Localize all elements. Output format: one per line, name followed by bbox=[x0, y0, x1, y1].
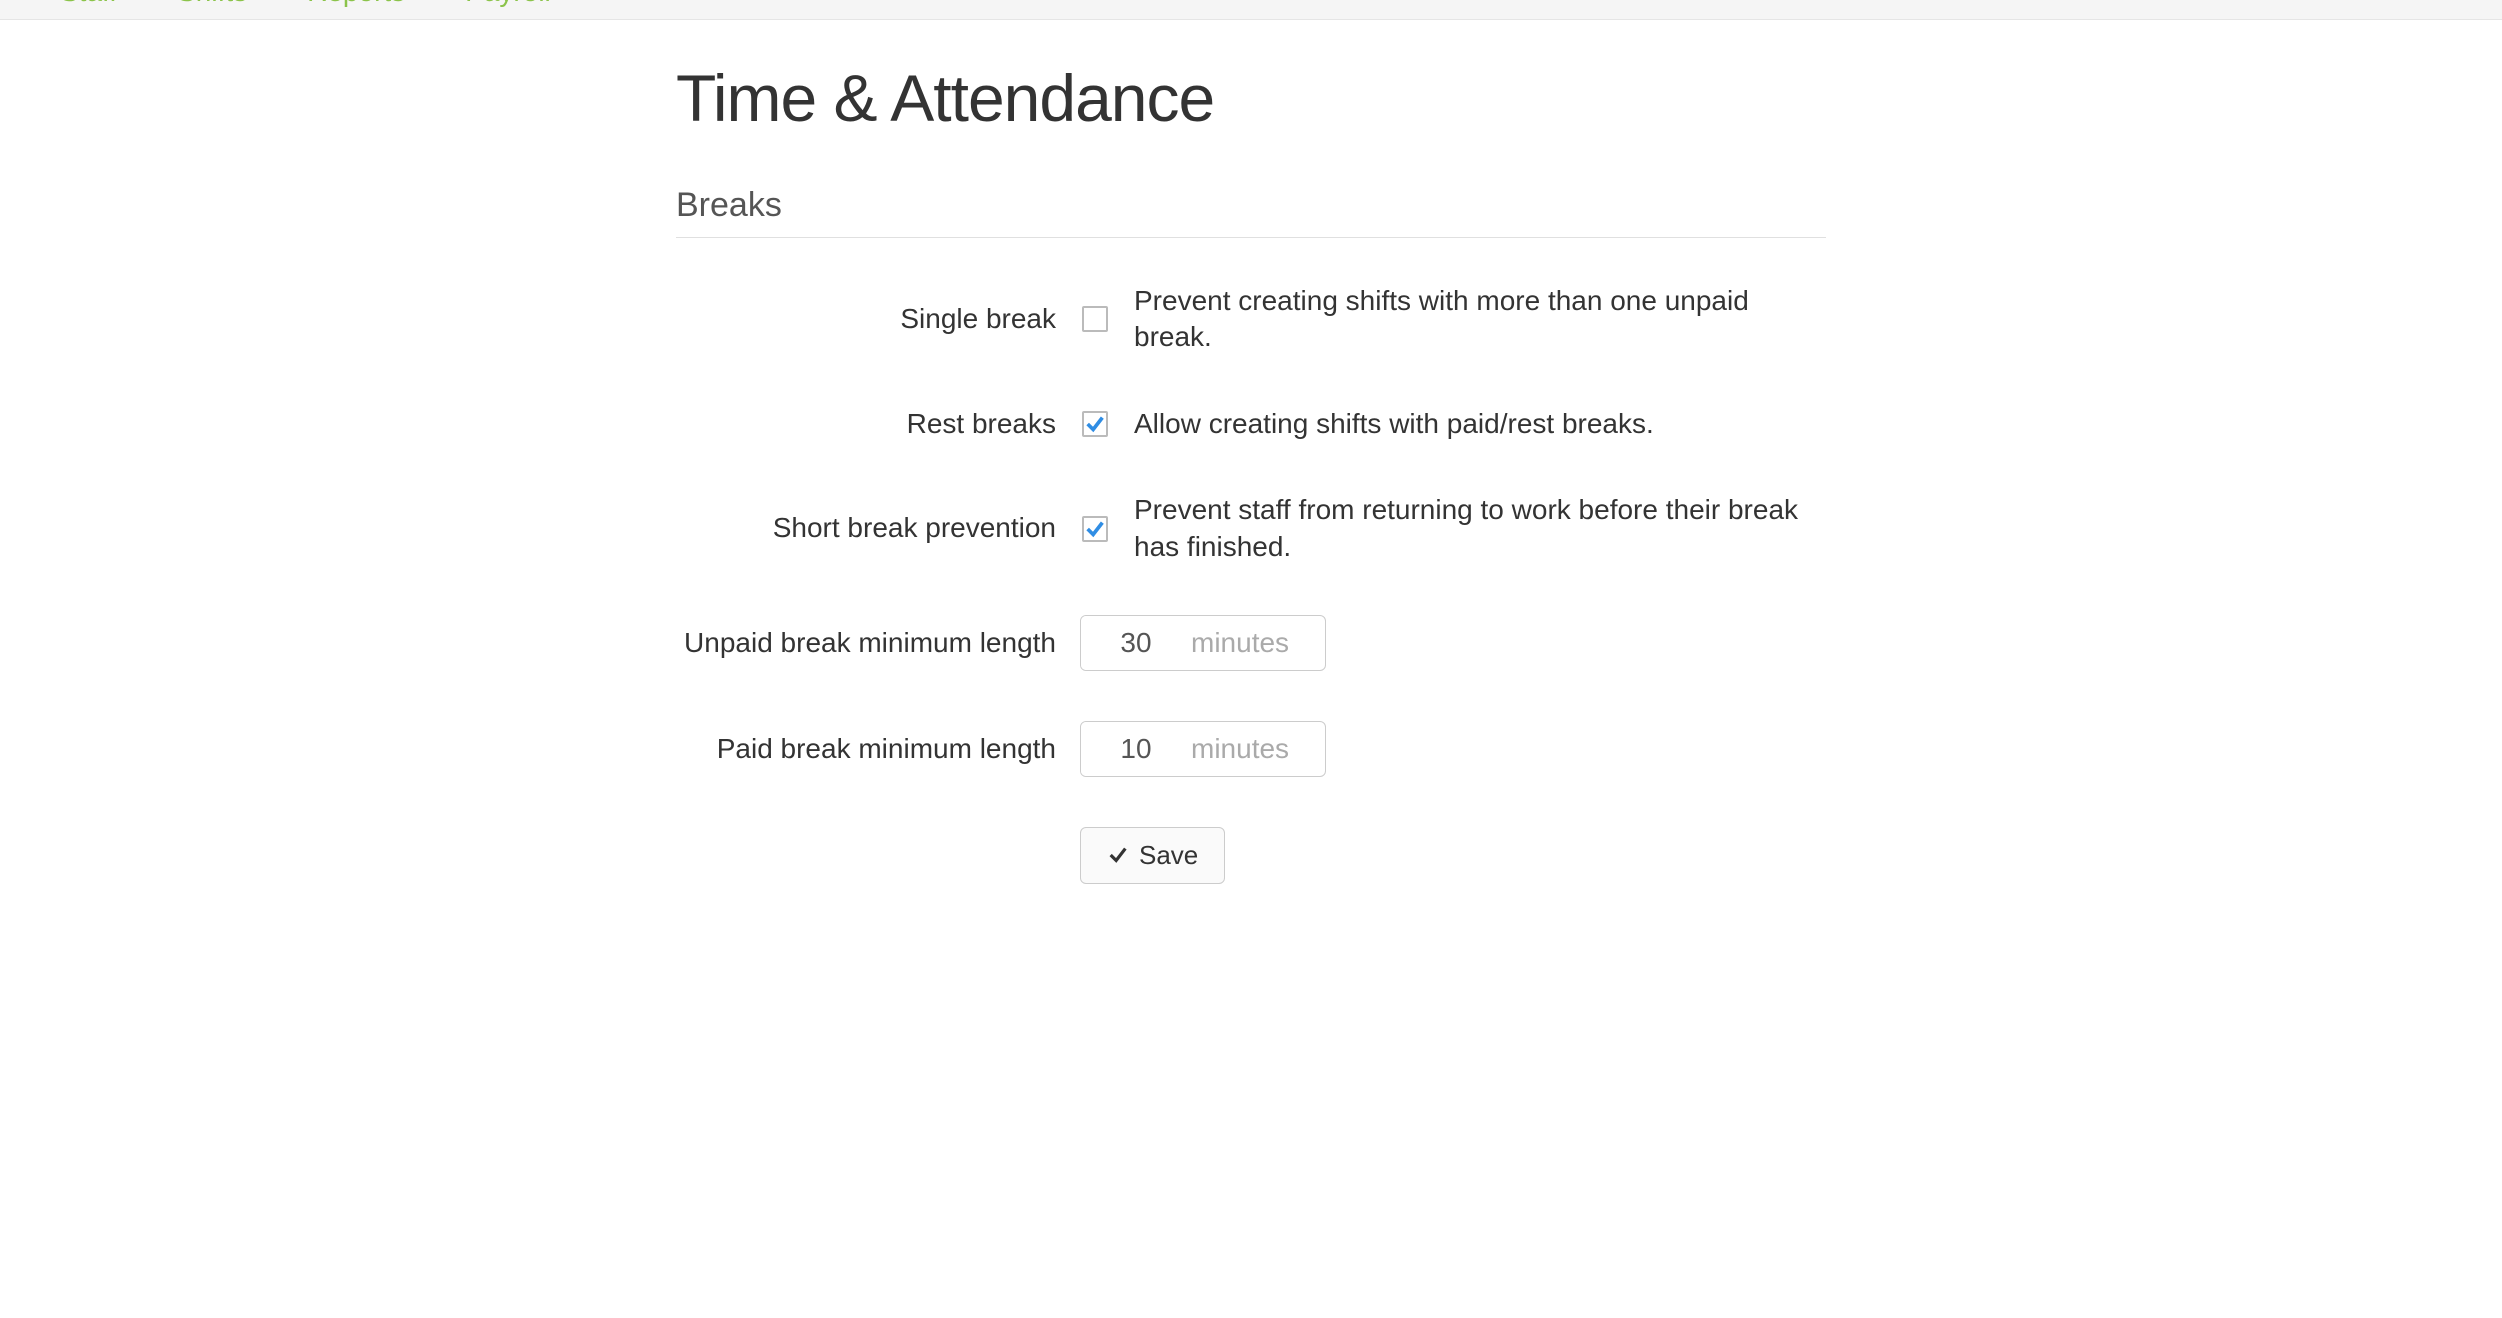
row-unpaid-min: Unpaid break minimum length minutes bbox=[676, 615, 1826, 671]
nav-item-payroll[interactable]: Payroll bbox=[465, 0, 551, 6]
nav-item-shifts[interactable]: Shifts bbox=[177, 0, 247, 6]
save-row: Save bbox=[676, 827, 1826, 884]
page-title: Time & Attendance bbox=[676, 60, 1826, 136]
desc-single-break: Prevent creating shifts with more than o… bbox=[1134, 283, 1826, 356]
save-button-label: Save bbox=[1139, 840, 1198, 871]
input-unpaid-min[interactable] bbox=[1081, 616, 1191, 670]
checkbox-short-break-prevention[interactable] bbox=[1082, 516, 1108, 542]
label-single-break: Single break bbox=[676, 301, 1056, 337]
suffix-paid-min: minutes bbox=[1191, 733, 1307, 765]
input-group-unpaid-min: minutes bbox=[1080, 615, 1326, 671]
nav-item-reports[interactable]: Reports bbox=[307, 0, 405, 6]
suffix-unpaid-min: minutes bbox=[1191, 627, 1307, 659]
row-single-break: Single break Prevent creating shifts wit… bbox=[676, 283, 1826, 356]
save-spacer bbox=[676, 827, 1080, 884]
page-container: Time & Attendance Breaks Single break Pr… bbox=[581, 20, 1921, 944]
row-paid-min: Paid break minimum length minutes bbox=[676, 721, 1826, 777]
check-icon bbox=[1107, 844, 1129, 866]
check-icon bbox=[1084, 518, 1106, 540]
label-unpaid-min: Unpaid break minimum length bbox=[676, 625, 1056, 661]
row-short-break-prevention: Short break prevention Prevent staff fro… bbox=[676, 492, 1826, 565]
checkbox-single-break[interactable] bbox=[1082, 306, 1108, 332]
desc-short-break-prevention: Prevent staff from returning to work bef… bbox=[1134, 492, 1826, 565]
label-short-break-prevention: Short break prevention bbox=[676, 510, 1056, 546]
check-icon bbox=[1084, 413, 1106, 435]
input-paid-min[interactable] bbox=[1081, 722, 1191, 776]
desc-rest-breaks: Allow creating shifts with paid/rest bre… bbox=[1134, 406, 1654, 442]
nav-item-staff[interactable]: Staff bbox=[60, 0, 117, 6]
checkbox-rest-breaks[interactable] bbox=[1082, 411, 1108, 437]
label-rest-breaks: Rest breaks bbox=[676, 406, 1056, 442]
section-title-breaks: Breaks bbox=[676, 186, 1826, 238]
save-button[interactable]: Save bbox=[1080, 827, 1225, 884]
checkbox-cell bbox=[1080, 516, 1110, 542]
input-group-paid-min: minutes bbox=[1080, 721, 1326, 777]
label-paid-min: Paid break minimum length bbox=[676, 731, 1056, 767]
top-nav: Staff Shifts Reports Payroll bbox=[0, 0, 2502, 20]
checkbox-cell bbox=[1080, 306, 1110, 332]
row-rest-breaks: Rest breaks Allow creating shifts with p… bbox=[676, 406, 1826, 442]
checkbox-cell bbox=[1080, 411, 1110, 437]
